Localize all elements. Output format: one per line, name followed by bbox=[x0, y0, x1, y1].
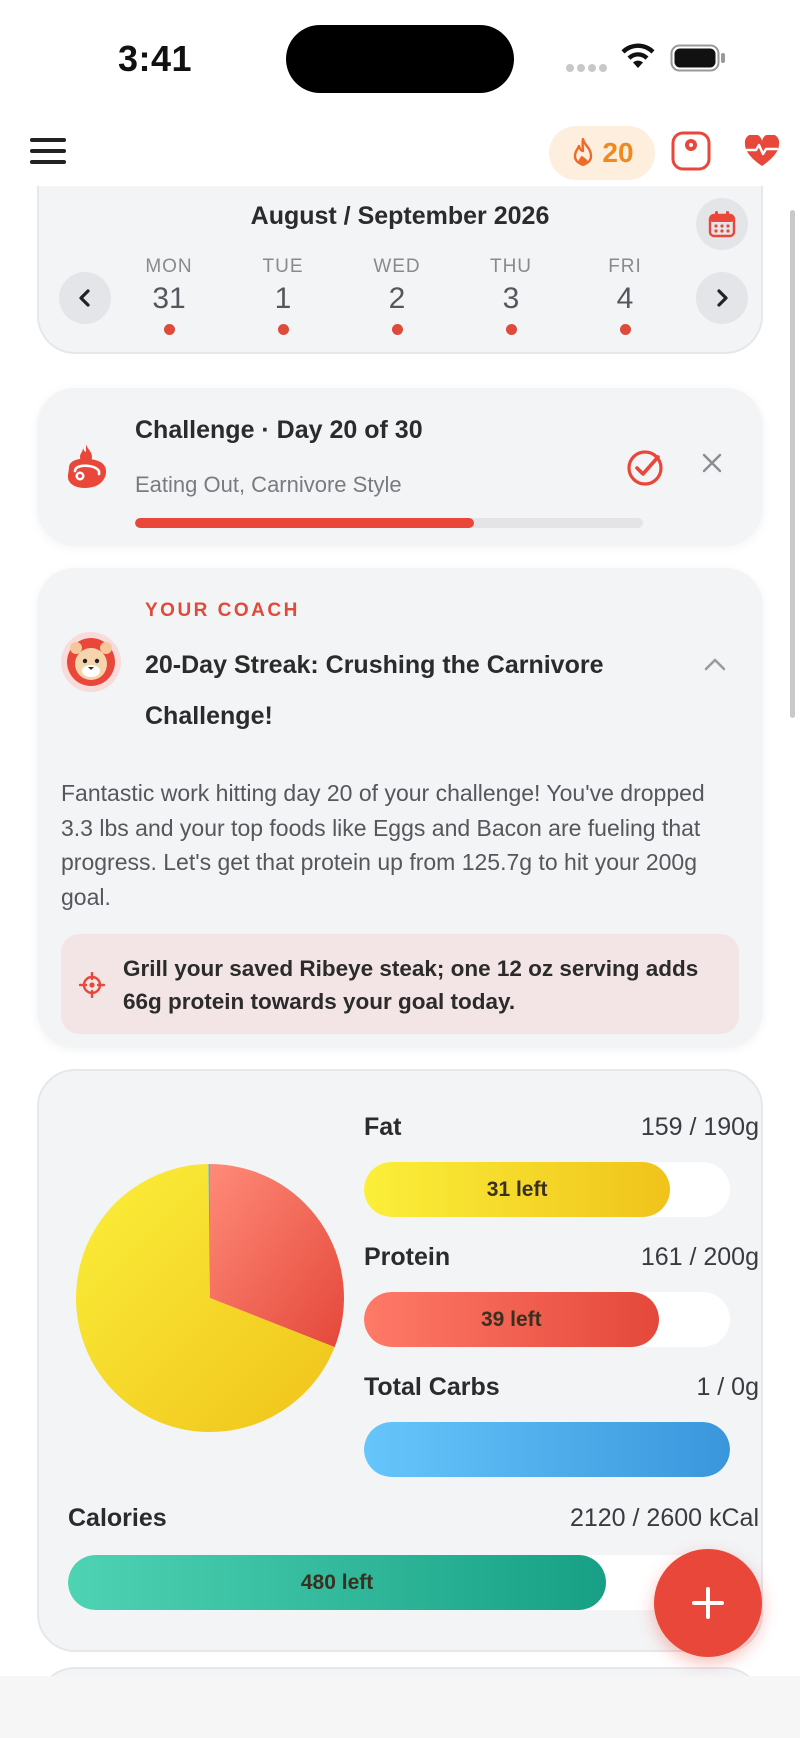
calendar-picker-button[interactable] bbox=[696, 198, 748, 250]
calendar-day[interactable]: TUE 1 bbox=[233, 256, 333, 335]
battery-icon bbox=[670, 44, 725, 72]
macro-pie-chart bbox=[75, 1164, 344, 1432]
protein-progress-fill: 39 left bbox=[364, 1292, 659, 1347]
coach-tip-text: Grill your saved Ribeye steak; one 12 oz… bbox=[123, 956, 699, 1014]
challenge-subtitle: Eating Out, Carnivore Style bbox=[135, 472, 402, 497]
logged-indicator bbox=[391, 324, 403, 335]
chevron-right-icon bbox=[717, 289, 728, 307]
lion-icon bbox=[67, 638, 115, 686]
carbs-label: Total Carbs bbox=[364, 1373, 500, 1401]
challenge-title: Challenge · Day 20 of 30 bbox=[135, 416, 423, 444]
next-week-button[interactable] bbox=[696, 272, 748, 324]
coach-label: YOUR COACH bbox=[145, 600, 300, 621]
challenge-card[interactable]: Challenge · Day 20 of 30 Eating Out, Car… bbox=[37, 388, 763, 546]
calendar-day[interactable]: MON 31 bbox=[119, 256, 219, 335]
bottom-area bbox=[0, 1676, 800, 1738]
calories-progress-bar: 480 left bbox=[68, 1555, 728, 1610]
coach-avatar bbox=[61, 632, 121, 692]
week-calendar: August / September 2026 MON 31 TUE 1 WED… bbox=[37, 186, 763, 354]
chevron-left-icon bbox=[79, 289, 90, 307]
fat-value: 159 / 190g bbox=[640, 1113, 759, 1141]
coach-title: 20-Day Streak: Crushing the Carnivore Ch… bbox=[145, 651, 604, 730]
calories-label: Calories bbox=[68, 1504, 167, 1532]
day-number: 1 bbox=[274, 282, 292, 315]
steak-icon bbox=[67, 444, 107, 488]
day-of-week: WED bbox=[373, 256, 421, 277]
fat-label: Fat bbox=[364, 1113, 402, 1141]
protein-label: Protein bbox=[364, 1243, 451, 1271]
status-bar: 3:41 bbox=[0, 0, 800, 116]
flame-icon bbox=[574, 138, 593, 166]
calendar-day[interactable]: THU 3 bbox=[461, 256, 561, 335]
protein-value: 161 / 200g bbox=[640, 1243, 759, 1271]
close-icon[interactable] bbox=[701, 452, 723, 474]
protein-progress-bar: 39 left bbox=[364, 1292, 730, 1347]
day-of-week: TUE bbox=[262, 256, 304, 277]
protein-remaining: 39 left bbox=[480, 1307, 542, 1331]
day-number: 2 bbox=[388, 282, 406, 315]
dynamic-island bbox=[286, 25, 514, 93]
day-of-week: MON bbox=[145, 256, 193, 277]
calories-remaining: 480 left bbox=[300, 1570, 374, 1594]
calendar-day[interactable]: FRI 4 bbox=[575, 256, 675, 335]
challenge-progress-fill bbox=[135, 518, 474, 528]
fat-progress-fill: 31 left bbox=[364, 1162, 671, 1217]
fat-remaining: 31 left bbox=[486, 1177, 548, 1201]
streak-count: 20 bbox=[602, 137, 634, 168]
check-circle-icon[interactable] bbox=[625, 448, 665, 488]
calories-progress-fill: 480 left bbox=[68, 1555, 607, 1610]
previous-week-button[interactable] bbox=[59, 272, 111, 324]
logged-indicator bbox=[277, 324, 289, 335]
challenge-progress-bar bbox=[135, 518, 643, 528]
day-of-week: FRI bbox=[608, 256, 642, 277]
day-of-week: THU bbox=[489, 256, 533, 277]
coach-tip: Grill your saved Ribeye steak; one 12 oz… bbox=[61, 934, 739, 1034]
fat-progress-bar: 31 left bbox=[364, 1162, 730, 1217]
logged-indicator bbox=[163, 324, 175, 335]
day-number: 4 bbox=[616, 282, 634, 315]
plus-icon bbox=[692, 1587, 724, 1619]
logged-indicator bbox=[619, 324, 631, 335]
day-number: 31 bbox=[152, 282, 186, 315]
add-entry-button[interactable] bbox=[654, 1549, 762, 1657]
menu-icon[interactable] bbox=[30, 138, 66, 168]
calendar-icon bbox=[708, 211, 736, 238]
chevron-up-icon[interactable] bbox=[703, 656, 727, 672]
scrollbar[interactable] bbox=[790, 210, 795, 718]
coach-message: Fantastic work hitting day 20 of your ch… bbox=[61, 780, 705, 910]
carbs-progress-bar bbox=[364, 1422, 730, 1477]
carbs-value: 1 / 0g bbox=[696, 1373, 759, 1401]
heart-pulse-icon[interactable] bbox=[744, 135, 780, 167]
status-time: 3:41 bbox=[118, 38, 193, 79]
calories-value: 2120 / 2600 kCal bbox=[569, 1504, 759, 1532]
carbs-progress-fill bbox=[364, 1422, 730, 1477]
scale-icon[interactable] bbox=[671, 131, 711, 171]
day-number: 3 bbox=[502, 282, 520, 315]
macros-card: Fat 159 / 190g 31 left Protein 161 / 200… bbox=[37, 1069, 763, 1652]
cellular-signal-icon bbox=[566, 64, 608, 72]
streak-badge[interactable]: 20 bbox=[549, 126, 655, 180]
calendar-day[interactable]: WED 2 bbox=[347, 256, 447, 335]
calendar-title: August / September 2026 bbox=[250, 202, 550, 230]
wifi-icon bbox=[621, 43, 655, 68]
target-icon bbox=[79, 972, 105, 998]
coach-card: YOUR COACH 20-Day Streak: Crushing the C… bbox=[37, 568, 763, 1048]
logged-indicator bbox=[505, 324, 517, 335]
